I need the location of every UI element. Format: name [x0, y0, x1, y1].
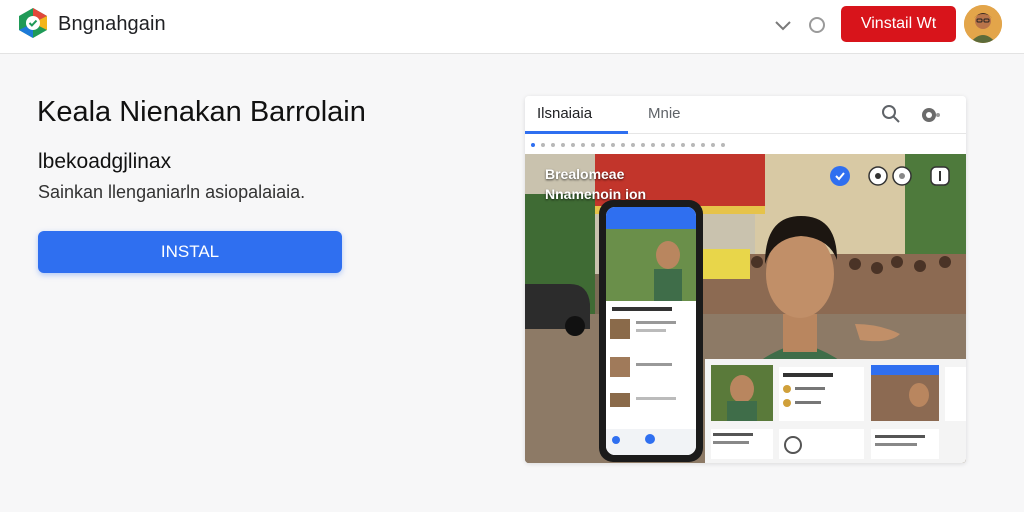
hero-title: Keala Nienakan Barrolain — [37, 96, 366, 128]
top-bar: Bngnahgain Vinstail Wt — [0, 0, 1024, 54]
badge-icon[interactable] — [830, 166, 850, 186]
user-avatar[interactable] — [964, 5, 1002, 43]
preview-tab-1[interactable]: Ilsnaiaia — [537, 105, 592, 122]
hero-subtitle: lbekoadgjlinax — [38, 150, 172, 173]
search-icon[interactable] — [881, 104, 901, 124]
header-cta-button[interactable]: Vinstail Wt — [841, 6, 956, 42]
hero-description: Sainkan llenganiarln asiopalaiaia. — [38, 182, 306, 202]
chevron-down-icon[interactable] — [772, 14, 794, 36]
info-icon[interactable] — [930, 166, 950, 186]
circle-icon[interactable] — [806, 14, 828, 36]
preview-feed-cards — [705, 359, 966, 463]
brand-name: Bngnahgain — [58, 13, 166, 35]
install-button[interactable]: INSTAL — [38, 231, 342, 273]
decorative-dots — [531, 143, 725, 147]
preview-tab-bar: Ilsnaiaia Mnie — [525, 96, 966, 134]
app-logo-icon[interactable] — [16, 6, 50, 40]
active-tab-indicator — [525, 131, 628, 134]
more-icon[interactable] — [919, 104, 941, 126]
phone-mockup — [599, 200, 703, 462]
app-preview-card: Ilsnaiaia Mnie Brealomeae Nnamenoin ion — [525, 96, 966, 463]
like-icon[interactable] — [892, 166, 912, 186]
phone-screen — [606, 207, 696, 455]
preview-video-frame[interactable]: Brealomeae Nnamenoin ion — [525, 154, 966, 463]
overlay-title: Brealomeae — [545, 166, 625, 182]
phone-feed-illustration — [606, 207, 696, 455]
share-icon[interactable] — [868, 166, 888, 186]
preview-tab-2[interactable]: Mnie — [648, 105, 681, 122]
